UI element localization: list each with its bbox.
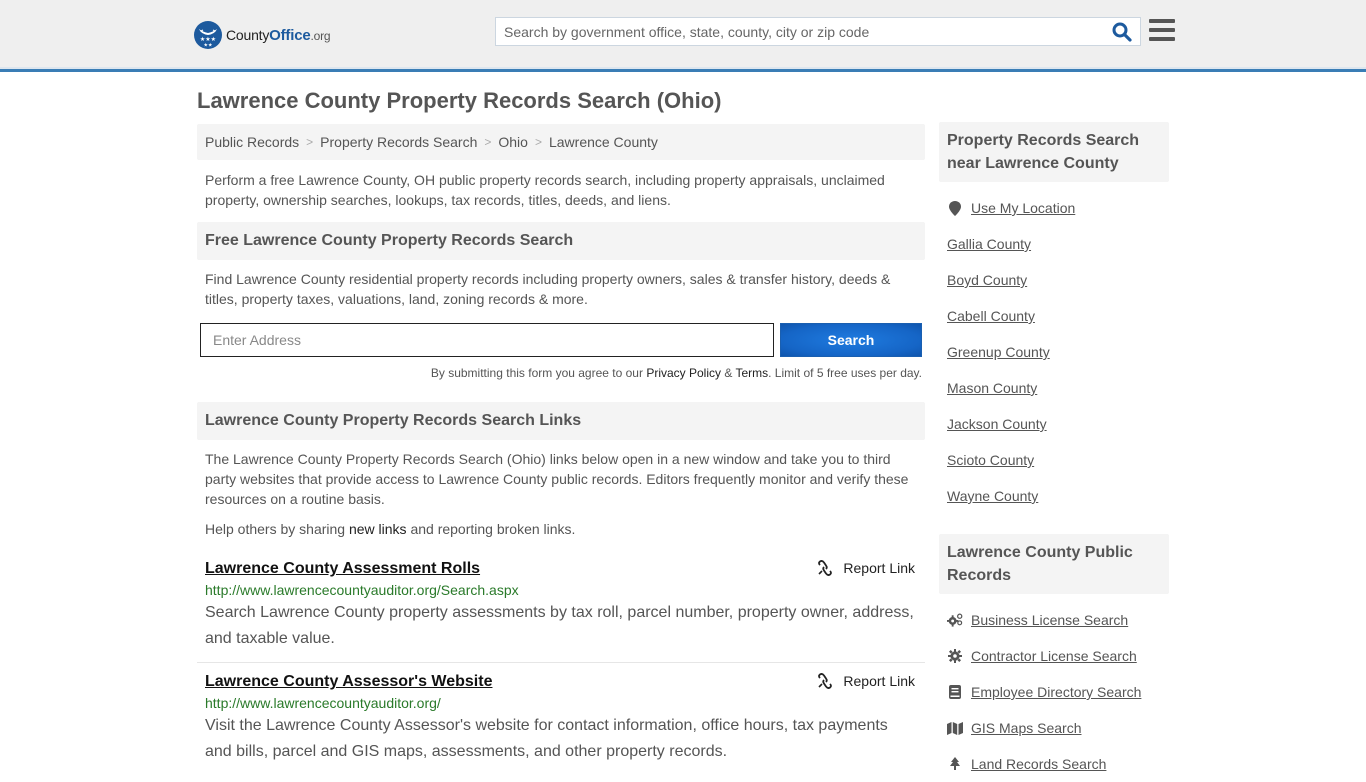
- nearby-county-item: Greenup County: [947, 334, 1169, 370]
- new-links-link[interactable]: new links: [349, 521, 407, 537]
- logo-text: CountyOffice.org: [226, 26, 331, 44]
- site-search-input[interactable]: [496, 18, 1110, 45]
- page-title: Lawrence County Property Records Search …: [197, 88, 722, 113]
- breadcrumb: Public Records > Property Records Search…: [197, 124, 925, 160]
- public-records-heading: Lawrence County Public Records: [939, 534, 1169, 594]
- county-link-mason[interactable]: Mason County: [947, 380, 1037, 396]
- county-link-greenup[interactable]: Greenup County: [947, 344, 1050, 360]
- nearby-county-item: Gallia County: [947, 226, 1169, 262]
- resource-description: Visit the Lawrence County Assessor's web…: [205, 717, 888, 760]
- help-text: Help others by sharing new links and rep…: [205, 521, 576, 537]
- report-link-button[interactable]: Report Link: [817, 560, 915, 576]
- intro-text: Perform a free Lawrence County, OH publi…: [205, 172, 885, 208]
- report-link-button[interactable]: Report Link: [817, 673, 915, 689]
- nearby-county-item: Mason County: [947, 370, 1169, 406]
- divider: [197, 662, 925, 663]
- map-pin-icon: [947, 200, 963, 216]
- tree-icon: [947, 757, 963, 771]
- public-record-item: Land Records Search: [947, 746, 1169, 782]
- links-section-heading: Lawrence County Property Records Search …: [197, 402, 925, 440]
- nearby-county-item: Jackson County: [947, 406, 1169, 442]
- employee-directory-search-link[interactable]: Employee Directory Search: [971, 684, 1141, 700]
- resource-url: http://www.lawrencecountyauditor.org/Sea…: [205, 582, 519, 598]
- public-record-item: Business License Search: [947, 602, 1169, 638]
- resource-url: http://www.lawrencecountyauditor.org/: [205, 695, 441, 711]
- breadcrumb-property-records-search[interactable]: Property Records Search: [320, 134, 477, 150]
- map-icon: [947, 721, 963, 735]
- breadcrumb-separator: >: [484, 135, 492, 149]
- resource-link-item: Lawrence County Assessment Rolls Report …: [197, 560, 925, 652]
- public-record-item: Contractor License Search: [947, 638, 1169, 674]
- address-search-button[interactable]: Search: [780, 323, 922, 357]
- county-link-cabell[interactable]: Cabell County: [947, 308, 1035, 324]
- business-license-search-link[interactable]: Business License Search: [971, 612, 1128, 628]
- site-search: [495, 17, 1141, 46]
- hamburger-menu-icon[interactable]: [1149, 19, 1175, 41]
- gis-maps-search-link[interactable]: GIS Maps Search: [971, 720, 1082, 736]
- resource-link-title[interactable]: Lawrence County Assessment Rolls: [205, 560, 480, 578]
- cogs-icon: [947, 613, 963, 627]
- magnifier-icon[interactable]: [1110, 20, 1134, 44]
- county-link-wayne[interactable]: Wayne County: [947, 488, 1038, 504]
- county-link-scioto[interactable]: Scioto County: [947, 452, 1034, 468]
- resource-link-title[interactable]: Lawrence County Assessor's Website: [205, 673, 492, 691]
- gear-icon: [947, 649, 963, 663]
- address-input[interactable]: [200, 323, 774, 357]
- address-search-form: Search: [197, 323, 925, 357]
- free-search-heading: Free Lawrence County Property Records Se…: [197, 222, 925, 260]
- breadcrumb-separator: >: [306, 135, 314, 149]
- nearby-heading: Property Records Search near Lawrence Co…: [939, 122, 1169, 182]
- public-record-item: GIS Maps Search: [947, 710, 1169, 746]
- book-icon: [947, 685, 963, 699]
- links-section-description: The Lawrence County Property Records Sea…: [205, 451, 909, 507]
- broken-link-icon: [818, 560, 833, 576]
- nearby-county-item: Wayne County: [947, 478, 1169, 514]
- public-record-item: Employee Directory Search: [947, 674, 1169, 710]
- county-link-gallia[interactable]: Gallia County: [947, 236, 1031, 252]
- use-my-location-link[interactable]: Use My Location: [971, 200, 1075, 216]
- breadcrumb-separator: >: [534, 135, 542, 149]
- terms-link[interactable]: Terms: [735, 366, 768, 380]
- nearby-county-item: Cabell County: [947, 298, 1169, 334]
- contractor-license-search-link[interactable]: Contractor License Search: [971, 648, 1137, 664]
- breadcrumb-ohio[interactable]: Ohio: [498, 134, 528, 150]
- broken-link-icon: [818, 673, 833, 689]
- nearby-counties-list: Use My Location Gallia County Boyd Count…: [939, 190, 1169, 514]
- form-disclaimer: By submitting this form you agree to our…: [430, 366, 922, 380]
- privacy-policy-link[interactable]: Privacy Policy: [646, 366, 721, 380]
- use-my-location-item: Use My Location: [947, 190, 1169, 226]
- resource-description: Search Lawrence County property assessme…: [205, 604, 914, 647]
- logo-eagle-icon: ★★★ ★★: [194, 21, 222, 49]
- breadcrumb-public-records[interactable]: Public Records: [205, 134, 299, 150]
- county-link-jackson[interactable]: Jackson County: [947, 416, 1047, 432]
- public-records-list: Business License Search Contractor Licen…: [939, 602, 1169, 782]
- sidebar: Property Records Search near Lawrence Co…: [939, 122, 1169, 782]
- resource-link-item: Lawrence County Assessor's Website Repor…: [197, 673, 925, 765]
- logo-link[interactable]: ★★★ ★★ CountyOffice.org: [194, 21, 331, 49]
- free-search-description: Find Lawrence County residential propert…: [205, 271, 891, 307]
- top-header: ★★★ ★★ CountyOffice.org: [0, 0, 1366, 72]
- nearby-county-item: Boyd County: [947, 262, 1169, 298]
- breadcrumb-lawrence-county[interactable]: Lawrence County: [549, 134, 658, 150]
- nearby-county-item: Scioto County: [947, 442, 1169, 478]
- county-link-boyd[interactable]: Boyd County: [947, 272, 1027, 288]
- land-records-search-link[interactable]: Land Records Search: [971, 756, 1106, 772]
- svg-text:★★: ★★: [204, 43, 213, 49]
- main-content: Public Records > Property Records Search…: [197, 124, 925, 765]
